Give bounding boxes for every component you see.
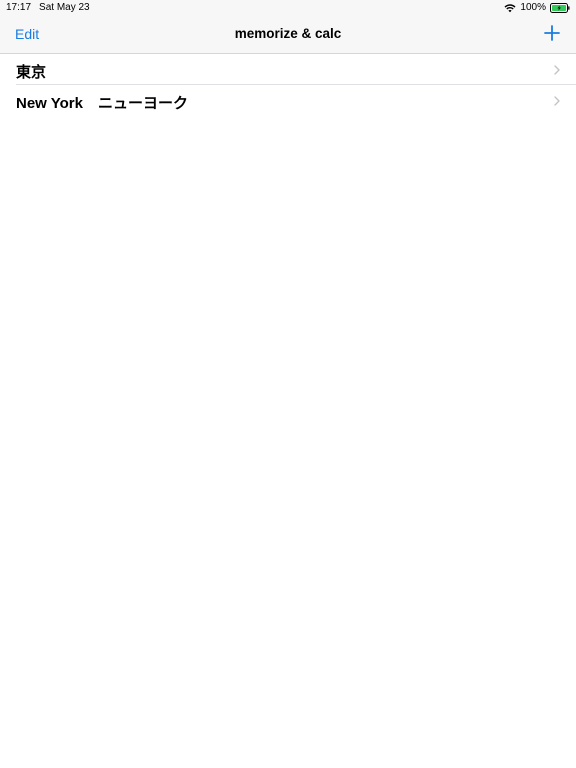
battery-percent: 100% (520, 2, 546, 13)
memo-list: 東京 New York ニューヨーク (0, 54, 576, 116)
status-bar: 17:17 Sat May 23 100% (0, 0, 576, 16)
status-date: Sat May 23 (39, 2, 90, 13)
navigation-bar: Edit memorize & calc (0, 16, 576, 54)
plus-icon[interactable] (544, 25, 560, 41)
status-left: 17:17 Sat May 23 (6, 2, 90, 13)
chevron-right-icon (554, 96, 560, 106)
app-screen: 17:17 Sat May 23 100% Edit memorize & ca… (0, 0, 576, 768)
page-title: memorize & calc (234, 26, 342, 41)
status-time: 17:17 (6, 2, 32, 13)
wifi-icon (504, 3, 516, 12)
status-right: 100% (504, 2, 570, 13)
list-item-tokyo[interactable]: 東京 (0, 54, 576, 85)
list-item-label: New York ニューヨーク (16, 95, 188, 112)
chevron-right-icon (554, 65, 560, 75)
battery-charging-icon (550, 2, 570, 13)
list-item-label: 東京 (16, 64, 47, 81)
list-item-new-york[interactable]: New York ニューヨーク (0, 85, 576, 116)
